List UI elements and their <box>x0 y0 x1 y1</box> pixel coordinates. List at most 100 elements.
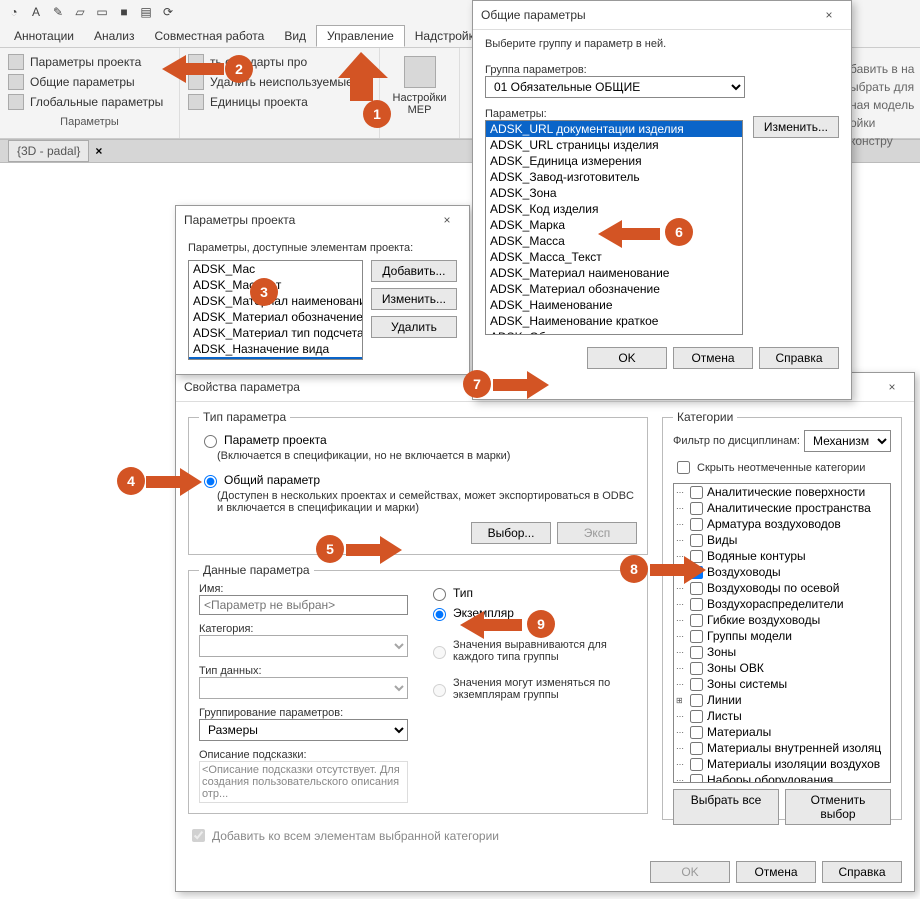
gear-icon <box>8 54 24 70</box>
qat-icon[interactable]: ■ <box>116 4 132 20</box>
list-item[interactable]: ADSK_Масса_Текст <box>486 249 742 265</box>
list-item[interactable]: ADSK_URL страницы изделия <box>486 137 742 153</box>
list-item[interactable]: ADSK_Единица измерения <box>486 153 742 169</box>
badge-7: 7 <box>463 370 491 398</box>
group-select[interactable]: 01 Обязательные ОБЩИЕ <box>485 76 745 98</box>
list-item[interactable]: ADSK_Наименование <box>486 297 742 313</box>
help-button[interactable]: Справка <box>759 347 839 369</box>
list-item[interactable]: ADSK_Назначение вида <box>189 341 362 357</box>
dialog-shared-parameters: Общие параметры × Выберите группу и пара… <box>472 0 852 400</box>
tree-item[interactable]: ⊞Линии <box>674 692 890 708</box>
tree-item[interactable]: ⋯Зоны системы <box>674 676 890 692</box>
dialog-title: Свойства параметра <box>184 380 300 394</box>
discipline-filter[interactable]: Механизм <box>804 430 891 452</box>
tree-item[interactable]: ⋯Зоны <box>674 644 890 660</box>
cancel-button[interactable]: Отмена <box>736 861 816 883</box>
export-button[interactable]: Эксп <box>557 522 637 544</box>
list-item[interactable]: ADSK_Зона <box>486 185 742 201</box>
edit-button[interactable]: Изменить... <box>371 288 457 310</box>
tree-item[interactable]: ⋯Группы модели <box>674 628 890 644</box>
tree-item[interactable]: ⋯Аналитические поверхности <box>674 484 890 500</box>
mep-icon[interactable] <box>404 56 436 88</box>
list-item[interactable]: ADSK_Наименование <box>189 357 362 360</box>
edit-button[interactable]: Изменить... <box>753 116 839 138</box>
grouping-select[interactable]: Размеры <box>199 719 408 741</box>
gear-icon <box>8 74 24 90</box>
tree-item[interactable]: ⋯Арматура воздуховодов <box>674 516 890 532</box>
tree-item[interactable]: ⋯Виды <box>674 532 890 548</box>
list-item[interactable]: ADSK_Обозначение <box>486 329 742 335</box>
ok-button[interactable]: OK <box>587 347 667 369</box>
panel-title: Параметры <box>8 112 171 128</box>
tree-item[interactable]: ⋯Материалы внутренней изоляц <box>674 740 890 756</box>
panel-parameters: Параметры проекта Общие параметры Глобал… <box>0 48 180 138</box>
name-input[interactable] <box>199 595 408 615</box>
list-item[interactable]: ADSK_Материал обозначение <box>486 281 742 297</box>
project-parameters-button[interactable]: Параметры проекта <box>8 52 171 72</box>
list-item[interactable]: ADSK_Мас <box>189 261 362 277</box>
tree-item[interactable]: ⋯Листы <box>674 708 890 724</box>
qat-icon[interactable]: ⟳ <box>160 4 176 20</box>
select-all-button[interactable]: Выбрать все <box>673 789 779 825</box>
tree-item[interactable]: ⋯Зоны ОВК <box>674 660 890 676</box>
ribbon-tab[interactable]: Аннотации <box>4 26 84 46</box>
categories-tree[interactable]: ⋯Аналитические поверхности⋯Аналитические… <box>673 483 891 783</box>
badge-5: 5 <box>316 535 344 563</box>
radio-type[interactable]: Тип <box>428 583 637 603</box>
select-button[interactable]: Выбор... <box>471 522 551 544</box>
tree-item[interactable]: ⋯Материалы изоляции воздухов <box>674 756 890 772</box>
ribbon-tab[interactable]: Управление <box>316 25 405 47</box>
close-tab-icon[interactable]: × <box>95 144 102 158</box>
radio-shared-param[interactable]: Общий параметр <box>199 470 637 490</box>
qat-icon[interactable]: ▭ <box>94 4 110 20</box>
tree-item[interactable]: ⋯Материалы <box>674 724 890 740</box>
qat-icon[interactable]: ◔ <box>6 4 22 20</box>
gear-icon <box>8 94 24 110</box>
arrow-icon <box>493 371 549 399</box>
close-icon[interactable]: × <box>878 377 906 397</box>
ribbon-tab[interactable]: Совместная работа <box>145 26 275 46</box>
badge-8: 8 <box>620 555 648 583</box>
add-button[interactable]: Добавить... <box>371 260 457 282</box>
check-hide-unchecked[interactable]: Скрыть неотмеченные категории <box>673 456 891 479</box>
tree-item[interactable]: ⋯Гибкие воздуховоды <box>674 612 890 628</box>
qat-icon[interactable]: ✎ <box>50 4 66 20</box>
deselect-all-button[interactable]: Отменить выбор <box>785 789 891 825</box>
qat-icon[interactable]: A <box>28 4 44 20</box>
ok-button[interactable]: OK <box>650 861 730 883</box>
category-select[interactable] <box>199 635 408 657</box>
ribbon-tab[interactable]: Анализ <box>84 26 145 46</box>
list-item[interactable]: ADSK_Завод-изготовитель <box>486 169 742 185</box>
project-params-list[interactable]: ADSK_МасADSK_Масс кстADSK_Материал наиме… <box>188 260 363 360</box>
close-icon[interactable]: × <box>815 5 843 25</box>
document-tab[interactable]: {3D - padal} <box>8 140 89 162</box>
tree-item[interactable]: ⋯Воздухораспределители <box>674 596 890 612</box>
datatype-select[interactable] <box>199 677 408 699</box>
tree-item[interactable]: ⋯Воздуховоды <box>674 564 890 580</box>
tree-item[interactable]: ⋯Водяные контуры <box>674 548 890 564</box>
cancel-button[interactable]: Отмена <box>673 347 753 369</box>
tree-item[interactable]: ⋯Аналитические пространства <box>674 500 890 516</box>
badge-4: 4 <box>117 467 145 495</box>
clipped-panel: бавить в наыбрать дляная модельойки конс… <box>850 60 920 150</box>
tree-item[interactable]: ⋯Наборы оборудования <box>674 772 890 783</box>
qat-icon[interactable]: ▤ <box>138 4 154 20</box>
list-item[interactable]: ADSK_Материал обозначение <box>189 309 362 325</box>
check-add-all[interactable]: Добавить ко всем элементам выбранной кат… <box>188 824 648 847</box>
help-button[interactable]: Справка <box>822 861 902 883</box>
close-icon[interactable]: × <box>433 210 461 230</box>
global-parameters-button[interactable]: Глобальные параметры <box>8 92 171 112</box>
qat-icon[interactable]: ▱ <box>72 4 88 20</box>
ribbon-tab[interactable]: Вид <box>274 26 316 46</box>
delete-button[interactable]: Удалить <box>371 316 457 338</box>
tooltip-text: <Описание подсказки отсутствует. Для соз… <box>199 761 408 803</box>
shared-parameters-button[interactable]: Общие параметры <box>8 72 171 92</box>
list-item[interactable]: ADSK_Материал наименование <box>486 265 742 281</box>
list-item[interactable]: ADSK_URL документации изделия <box>486 121 742 137</box>
radio-project-param[interactable]: Параметр проекта <box>199 430 637 450</box>
list-item[interactable]: ADSK_Наименование краткое <box>486 313 742 329</box>
arrow-icon <box>460 611 522 639</box>
tree-item[interactable]: ⋯Воздуховоды по осевой <box>674 580 890 596</box>
list-item[interactable]: ADSK_Материал тип подсчета <box>189 325 362 341</box>
list-item[interactable]: ADSK_Код изделия <box>486 201 742 217</box>
